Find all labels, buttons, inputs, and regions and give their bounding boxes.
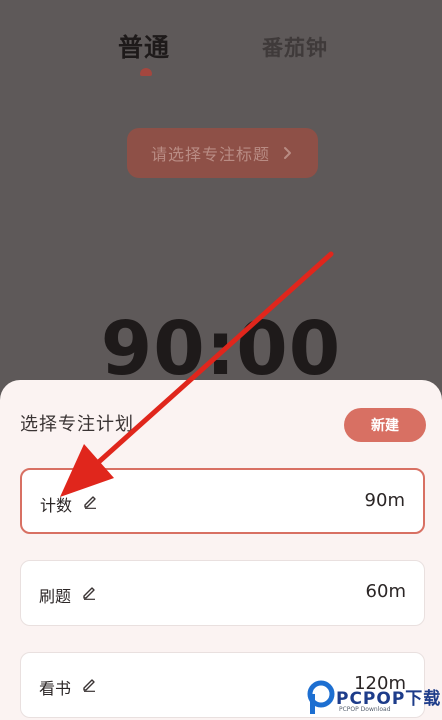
- new-plan-button[interactable]: 新建: [344, 408, 426, 442]
- plan-name: 刷题: [39, 587, 72, 606]
- edit-icon[interactable]: [81, 676, 97, 692]
- edit-icon[interactable]: [82, 493, 98, 509]
- select-focus-title-button[interactable]: 请选择专注标题: [127, 128, 318, 178]
- plan-item-practice[interactable]: 刷题 60m: [20, 560, 425, 626]
- plan-name: 看书: [39, 679, 72, 698]
- tab-pomodoro[interactable]: 番茄钟: [262, 32, 328, 62]
- plan-duration: 60m: [365, 581, 406, 602]
- plan-item-count[interactable]: 计数 90m: [20, 468, 425, 534]
- focus-plan-sheet: 选择专注计划 新建 计数 90m 刷题 60m 看书 120m: [0, 380, 442, 720]
- tab-active-indicator: [140, 68, 152, 76]
- plan-name: 计数: [40, 496, 73, 515]
- watermark-subtext: PCPOP Download: [339, 706, 391, 713]
- plan-duration: 90m: [364, 490, 405, 511]
- sheet-title: 选择专注计划: [20, 414, 134, 435]
- pcpop-watermark: PCPOP下载 PCPOP Download: [302, 676, 442, 720]
- tab-normal[interactable]: 普通: [118, 28, 170, 64]
- select-focus-title-label: 请选择专注标题: [150, 145, 270, 164]
- pcpop-logo-icon: [307, 680, 335, 714]
- chevron-right-icon: [284, 147, 291, 159]
- mode-tabs: 普通 番茄钟: [0, 24, 442, 84]
- edit-icon[interactable]: [81, 584, 97, 600]
